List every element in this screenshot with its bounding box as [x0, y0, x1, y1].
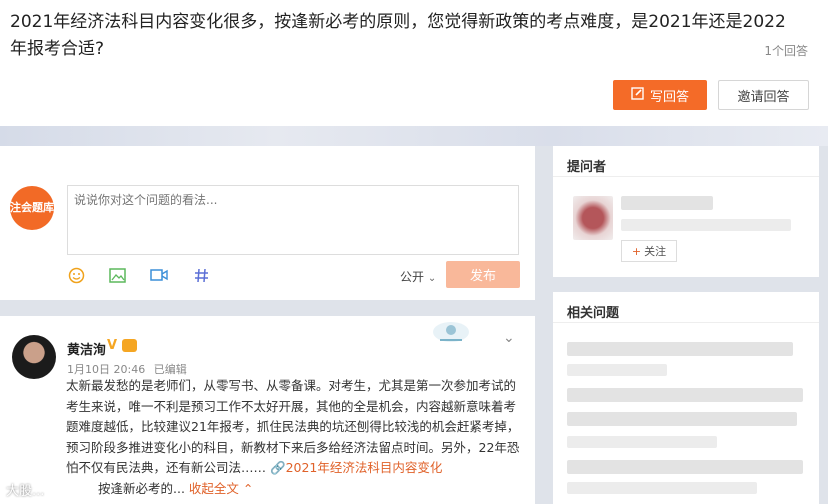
asker-avatar[interactable] [573, 196, 613, 240]
hashtag-icon[interactable] [192, 266, 210, 284]
asker-name-blurred [621, 196, 713, 210]
answer-author[interactable]: 黄洁洵 [67, 339, 106, 358]
asker-bio-blurred [621, 219, 791, 231]
follow-button[interactable]: + 关注 [621, 240, 677, 262]
invite-answer-button[interactable]: 邀请回答 [718, 80, 809, 110]
visibility-label: 公开 [400, 270, 425, 284]
comment-input-box[interactable] [67, 185, 519, 255]
video-icon[interactable] [150, 266, 168, 284]
write-answer-label: 写回答 [649, 89, 689, 105]
related-item[interactable] [567, 460, 803, 474]
question-title: 2021年经济法科目内容变化很多，按逢新必考的原则，您觉得新政策的考点难度，是2… [10, 12, 786, 59]
edit-icon [631, 86, 644, 104]
watermark: 大股... [6, 484, 45, 499]
answer-meta: 1月10日 20:46 已编辑 [67, 361, 187, 377]
level-badge-icon [122, 339, 137, 352]
comment-input[interactable] [68, 186, 518, 254]
write-answer-button[interactable]: 写回答 [613, 80, 707, 110]
related-item[interactable] [567, 388, 803, 402]
related-card: 相关问题 [553, 292, 819, 504]
avatar[interactable] [12, 335, 56, 379]
follow-label: 关注 [644, 245, 667, 258]
answer-trailing: 按逢新必考的... [98, 480, 185, 496]
related-link[interactable]: 2021年经济法科目内容变化 [286, 460, 443, 475]
visibility-select[interactable]: 公开 ⌄ [400, 268, 436, 285]
edited-label: 已编辑 [153, 363, 187, 376]
asker-title: 提问者 [567, 160, 607, 175]
chevron-down-icon: ⌄ [427, 273, 437, 284]
decorative-banner [0, 126, 828, 146]
divider [553, 176, 819, 177]
question-card: 2021年经济法科目内容变化很多，按逢新必考的原则，您觉得新政策的考点难度，是2… [0, 0, 828, 126]
related-title: 相关问题 [567, 306, 620, 321]
image-icon[interactable] [108, 266, 126, 284]
divider [553, 322, 819, 323]
related-item[interactable] [567, 412, 797, 426]
chevron-down-icon[interactable]: ⌄ [503, 330, 515, 346]
answer-count[interactable]: 1个回答 [764, 42, 808, 59]
related-item[interactable] [567, 364, 667, 376]
plus-icon: + [631, 244, 642, 258]
answer-date: 1月10日 20:46 [67, 363, 146, 376]
related-item[interactable] [567, 342, 793, 356]
asker-card: 提问者 + 关注 [553, 146, 819, 277]
brand-logo: 注会题库 [10, 186, 54, 230]
sticker-image [430, 318, 472, 346]
related-item[interactable] [567, 482, 757, 494]
publish-button[interactable]: 发布 [446, 261, 520, 288]
answer-body: 太新最发愁的是老师们，从零写书、从零备课。对考生，尤其是第一次参加考试的考生来说… [66, 376, 526, 499]
verified-icon: V [107, 338, 118, 353]
link-icon: 🔗 [270, 460, 286, 475]
related-item[interactable] [567, 436, 717, 448]
emoji-icon[interactable] [67, 266, 85, 284]
collapse-button[interactable]: 收起全文 ⌃ [189, 481, 253, 496]
